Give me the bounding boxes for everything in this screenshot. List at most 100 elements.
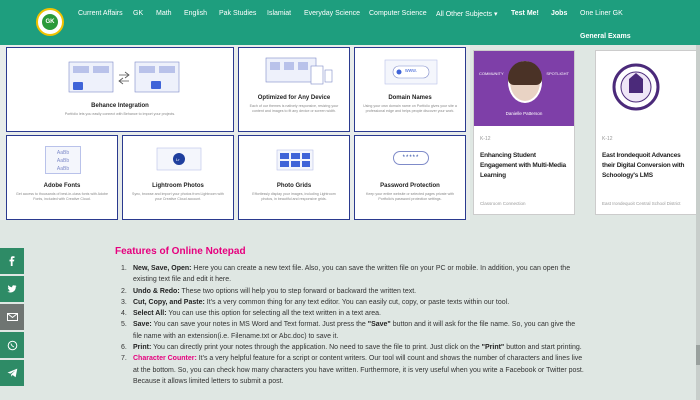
share-whatsapp-button[interactable] (0, 332, 24, 358)
photo-grid-icon (276, 149, 314, 171)
item-number: 5. (121, 321, 127, 329)
item-text: It's a very common thing for any text ed… (204, 298, 510, 306)
item-key-2: "Save" (367, 321, 391, 329)
item-key: Print: (133, 344, 152, 352)
nav-test-me[interactable]: Test Me! (511, 10, 539, 17)
nav-gk[interactable]: GK (133, 10, 143, 17)
features-list: 1. New, Save, Open: Here you can create a… (121, 263, 586, 387)
article-title[interactable]: Enhancing Student Engagement with Multi-… (480, 151, 570, 181)
card-title: Optimized for Any Device (257, 95, 331, 101)
fonts-sample-3: AaBb (56, 166, 70, 172)
article-image (596, 51, 699, 126)
card-desc: Each of our themes is natively responsiv… (249, 104, 339, 113)
item-key: Undo & Redo: (133, 287, 180, 295)
item-text-2: button and start printing. (504, 344, 582, 352)
card-adobe-fonts: AaBb AaBb AaBb Adobe Fonts Get access to t… (6, 135, 118, 220)
facebook-icon (9, 256, 15, 266)
list-item: 6. Print: You can directly print your not… (121, 342, 586, 353)
item-number: 2. (121, 287, 127, 295)
password-icon: ***** (393, 151, 429, 165)
list-item: 3. Cut, Copy, and Paste: It's a very comm… (121, 297, 586, 308)
article-tag: K-12 (602, 136, 613, 142)
top-nav: GK Current Affairs GK Math English Pak S… (0, 0, 700, 45)
nav-one-liner-gk[interactable]: One Liner GK (580, 10, 623, 17)
item-text: These two options will help you to step … (179, 287, 417, 295)
district-seal-icon (612, 63, 660, 111)
image-caption: Danielle Patterson (505, 111, 543, 116)
item-number: 6. (121, 344, 127, 352)
nav-jobs[interactable]: Jobs (551, 10, 567, 17)
card-desc: Effortlessly display your images, includ… (252, 192, 336, 201)
profile-photo (508, 61, 542, 103)
share-facebook-button[interactable] (0, 248, 24, 274)
card-title: Lightroom Photos (152, 183, 204, 189)
card-domain-names: www. Domain Names Using your own domain … (354, 47, 466, 132)
list-item: 2. Undo & Redo: These two options will he… (121, 286, 586, 297)
share-twitter-button[interactable] (0, 276, 24, 302)
behance-illustration (68, 61, 180, 93)
card-desc: Using your own domain name on Portfolio … (363, 104, 457, 113)
card-photo-grids: Photo Grids Effortlessly display your im… (238, 135, 350, 220)
nav-math[interactable]: Math (156, 10, 172, 17)
share-telegram-button[interactable] (0, 360, 24, 386)
list-item: 1. New, Save, Open: Here you can create a… (121, 263, 586, 286)
article-footer: Classroom Connection (480, 201, 526, 206)
article-card-1[interactable]: COMMUNITY SPOTLIGHT Danielle Patterson K… (473, 50, 575, 215)
item-number: 4. (121, 310, 127, 318)
site-logo[interactable]: GK (36, 8, 64, 36)
nav-computer-science[interactable]: Computer Science (369, 10, 427, 17)
whatsapp-icon (7, 340, 17, 350)
card-desc: Portfolio lets you easily connect with B… (64, 112, 176, 116)
share-email-button[interactable] (0, 304, 24, 330)
item-key: Save: (133, 321, 152, 329)
card-desc: Get access to thousands of best-in-class… (15, 192, 109, 201)
card-title: Photo Grids (276, 183, 312, 189)
item-number: 7. (121, 355, 127, 363)
twitter-icon (7, 285, 17, 293)
article-tag: K-12 (480, 136, 491, 142)
item-text: You can save your notes in MS Word and T… (151, 321, 368, 329)
logo-emblem: GK (42, 14, 58, 30)
card-behance: Behance Integration Portfolio lets you e… (6, 47, 234, 132)
nav-english[interactable]: English (184, 10, 207, 17)
features-image-grid: Behance Integration Portfolio lets you e… (0, 45, 470, 220)
nav-everyday-science[interactable]: Everyday Science (304, 10, 360, 17)
scrollbar-thumb[interactable] (696, 345, 700, 365)
card-any-device: Optimized for Any Device Each of our the… (238, 47, 350, 132)
nav-current-affairs[interactable]: Current Affairs (78, 10, 123, 17)
card-title: Adobe Fonts (43, 183, 81, 189)
item-key: Cut, Copy, and Paste: (133, 298, 205, 306)
telegram-icon (7, 368, 17, 378)
article-card-2[interactable]: K-12 East Irondequoit Advances their Dig… (595, 50, 700, 215)
article-title[interactable]: East Irondequoit Advances their Digital … (602, 151, 695, 181)
page-scrollbar[interactable] (696, 45, 700, 400)
card-title: Password Protection (380, 183, 440, 189)
item-key-highlighted[interactable]: Character Counter: (133, 355, 197, 362)
card-title: Behance Integration (91, 103, 149, 109)
email-icon (6, 313, 18, 321)
card-desc: Keep your entire website or selected pag… (365, 192, 455, 201)
nav-general-exams[interactable]: General Exams (580, 33, 631, 40)
card-desc: Sync, browse and import your photos from… (132, 192, 224, 201)
image-label-right: SPOTLIGHT (546, 71, 569, 76)
lightroom-icon: Lr (156, 147, 202, 171)
fonts-icon: AaBb AaBb AaBb (45, 146, 81, 174)
article-image: COMMUNITY SPOTLIGHT Danielle Patterson (474, 51, 574, 126)
nav-pak-studies[interactable]: Pak Studies (219, 10, 256, 17)
nav-all-other-subjects[interactable]: All Other Subjects ▾ (436, 10, 497, 18)
item-key: Select All: (133, 310, 167, 318)
item-key-2: "Print" (481, 344, 505, 352)
image-label-left: COMMUNITY (479, 71, 504, 76)
nav-islamiat[interactable]: Islamiat (267, 10, 291, 17)
item-key: New, Save, Open: (133, 265, 192, 272)
list-item: 7. Character Counter: It's a very helpful… (121, 353, 586, 387)
item-text: You can directly print your notes throug… (151, 344, 482, 352)
devices-icon (265, 57, 333, 85)
article-footer: East Irondequoit Central School District (602, 201, 681, 206)
card-password: ***** Password Protection Keep your enti… (354, 135, 466, 220)
item-text: Here you can create a new text file. Als… (133, 265, 571, 284)
item-number: 3. (121, 298, 127, 306)
item-number: 1. (121, 265, 127, 272)
list-item: 5. Save: You can save your notes in MS Wo… (121, 319, 586, 342)
fonts-sample-2: AaBb (56, 158, 70, 164)
